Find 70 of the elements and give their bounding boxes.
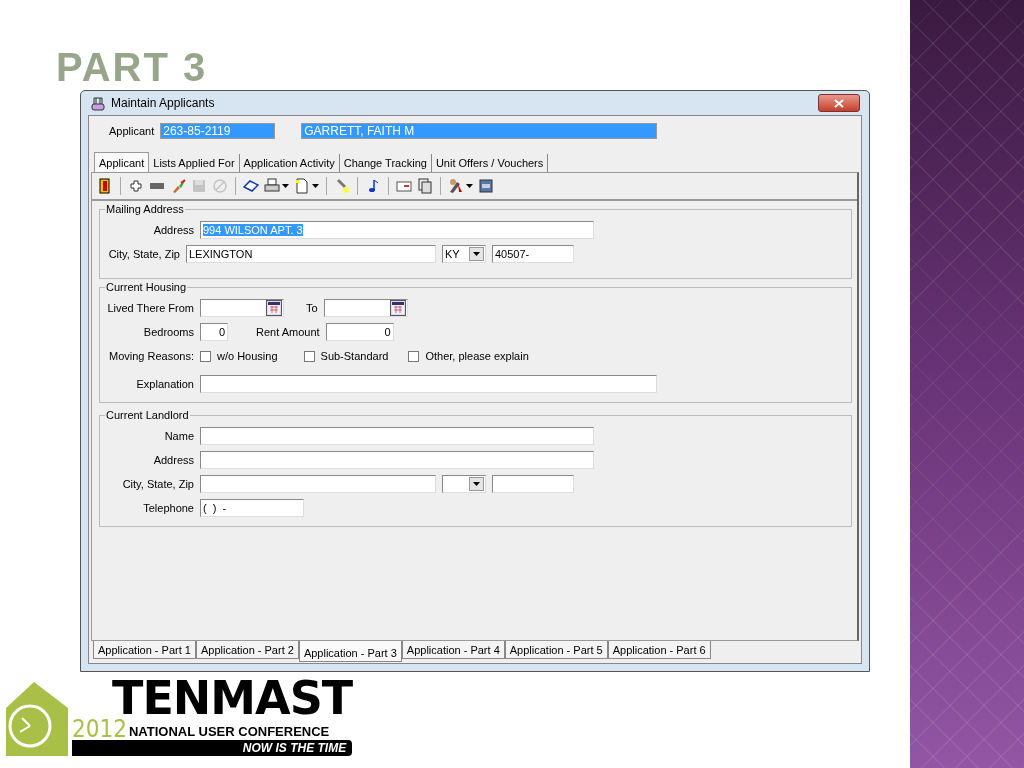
toolbar-button[interactable]	[127, 177, 145, 195]
date-field[interactable]	[323, 299, 408, 317]
field-label: Address	[152, 224, 194, 236]
printer-icon	[264, 178, 280, 194]
telephone-field[interactable]: ( ) -	[200, 499, 304, 517]
group-legend: Mailing Address	[105, 203, 185, 215]
applicant-label: Applicant	[109, 125, 155, 137]
date-field[interactable]	[200, 299, 284, 317]
logo-tagline: NOW IS THE TIME	[72, 740, 353, 756]
close-button[interactable]	[818, 94, 860, 112]
checkbox[interactable]: w/o Housing	[200, 350, 278, 362]
group-legend: Current Landlord	[105, 409, 190, 421]
caret-icon	[312, 184, 319, 188]
logo-subtitle: NATIONAL USER CONFERENCE	[128, 724, 330, 740]
plus-icon	[128, 178, 144, 194]
logo-year: 2012	[72, 718, 127, 740]
tab[interactable]: Application - Part 3	[298, 641, 402, 662]
caret-icon	[466, 184, 473, 188]
tab[interactable]: Applicant	[94, 152, 150, 172]
toolbar-button[interactable]	[293, 177, 320, 195]
zip-field[interactable]: 40507-	[492, 245, 574, 263]
explanation-field[interactable]	[200, 375, 657, 393]
app-icon	[90, 95, 106, 111]
address-field[interactable]	[200, 451, 594, 469]
checkbox[interactable]: Other, please explain	[408, 350, 529, 362]
toolbar-button[interactable]	[263, 177, 290, 195]
group-legend: Current Housing	[105, 281, 188, 293]
field-label: City, State, Zip	[121, 478, 194, 490]
field-label: Address	[152, 454, 194, 466]
tab[interactable]: Application - Part 6	[607, 641, 711, 659]
field-label: Lived There From	[106, 302, 194, 314]
bedrooms-field[interactable]: 0	[200, 323, 228, 341]
brush-icon	[170, 178, 186, 194]
checkbox[interactable]: Sub-Standard	[303, 350, 389, 362]
toolbar-button[interactable]	[447, 177, 474, 195]
logo-brand: TENMAST	[112, 678, 353, 718]
name-field[interactable]	[200, 427, 594, 445]
field-label: Moving Reasons:	[108, 350, 194, 362]
field-label: City, State, Zip	[107, 248, 180, 260]
copy-icon	[417, 178, 433, 194]
window-title: Maintain Applicants	[111, 96, 216, 110]
caret-icon	[473, 482, 480, 486]
city-field[interactable]: LEXINGTON	[186, 245, 436, 263]
door-icon	[97, 178, 113, 194]
calendar-icon	[389, 300, 406, 316]
tab[interactable]: Application - Part 2	[195, 641, 299, 659]
field-label: Telephone	[142, 502, 194, 514]
field-label: Name	[163, 430, 194, 442]
field-label: Bedrooms	[142, 326, 194, 338]
tab[interactable]: Application - Part 5	[504, 641, 608, 659]
save-icon	[191, 178, 207, 194]
field-label: To	[306, 302, 318, 314]
close-icon	[834, 98, 844, 108]
tab[interactable]: Application - Part 1	[93, 641, 196, 659]
toolbar-button[interactable]	[416, 177, 434, 195]
city-field[interactable]	[200, 475, 436, 493]
card-icon	[396, 178, 412, 194]
state-dropdown[interactable]: KY	[442, 245, 486, 263]
rent-field[interactable]: 0	[325, 323, 394, 341]
calendar-icon	[266, 300, 282, 316]
state-dropdown[interactable]	[442, 475, 486, 493]
slide-title: PART 3	[56, 44, 209, 90]
caret-icon	[282, 184, 289, 188]
zip-field[interactable]	[492, 475, 574, 493]
caret-icon	[473, 252, 480, 256]
document-icon	[294, 178, 310, 194]
cancel-icon	[212, 178, 228, 194]
field-label: Explanation	[135, 378, 194, 390]
tab[interactable]: Application - Part 4	[401, 641, 505, 659]
field-label: Rent Amount	[256, 326, 320, 338]
